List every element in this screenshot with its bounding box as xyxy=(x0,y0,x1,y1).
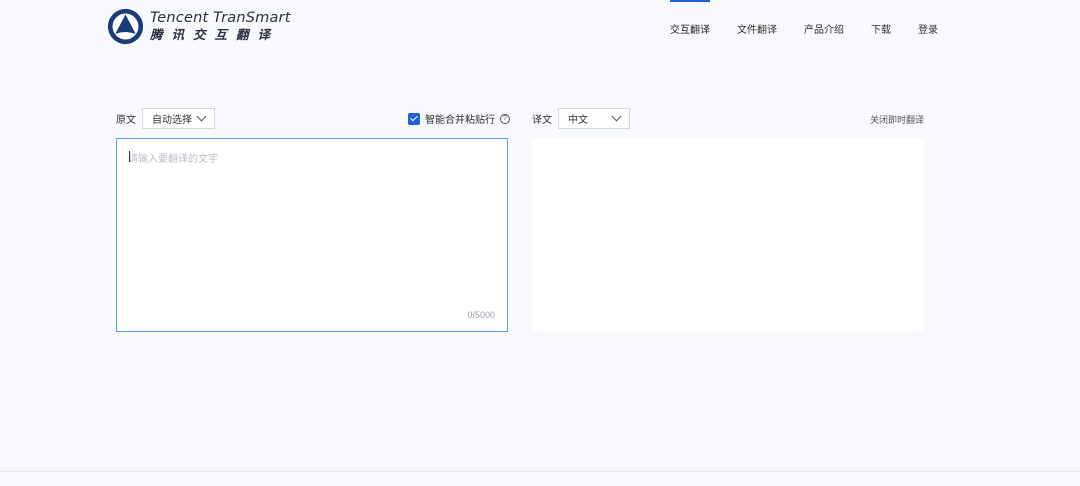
tencent-transmart-logo-icon xyxy=(107,8,144,44)
nav-item-file-translate[interactable]: 文件翻译 xyxy=(737,0,777,52)
nav-item-interactive-translate[interactable]: 交互翻译 xyxy=(670,0,710,52)
character-counter: 0/5000 xyxy=(467,310,495,320)
target-language-select[interactable]: 中文 xyxy=(558,108,630,129)
target-label: 译文 xyxy=(532,115,552,126)
chevron-down-icon xyxy=(611,111,622,122)
logo-title-en: Tencent TranSmart xyxy=(150,10,291,26)
translation-output-panel xyxy=(532,138,924,332)
merge-paste-label[interactable]: 智能合并粘贴行 xyxy=(425,111,495,126)
source-text-input[interactable] xyxy=(117,139,507,331)
chevron-down-icon xyxy=(196,111,207,122)
target-toolbar: 译文 中文 xyxy=(532,108,630,129)
source-label: 原文 xyxy=(116,115,136,126)
help-circle-icon[interactable]: ? xyxy=(500,113,510,124)
source-language-value: 自动选择 xyxy=(152,115,192,126)
source-panel: 0/5000 xyxy=(116,138,508,332)
merge-paste-option: 智能合并粘贴行 ? xyxy=(408,108,510,129)
nav-item-download[interactable]: 下载 xyxy=(871,0,891,52)
brand-logo[interactable]: Tencent TranSmart 腾讯交互翻译 xyxy=(107,8,291,44)
text-caret xyxy=(129,151,130,162)
logo-title-zh: 腾讯交互翻译 xyxy=(150,26,280,42)
nav-item-product-intro[interactable]: 产品介绍 xyxy=(804,0,844,52)
source-language-select[interactable]: 自动选择 xyxy=(142,108,215,129)
top-nav: 交互翻译 文件翻译 产品介绍 下载 登录 xyxy=(643,0,938,52)
nav-item-login[interactable]: 登录 xyxy=(918,0,938,52)
source-toolbar: 原文 自动选择 xyxy=(116,108,215,129)
footer-divider xyxy=(0,471,1080,472)
target-language-value: 中文 xyxy=(568,115,588,126)
instant-translate-toggle[interactable]: 关闭即时翻译 xyxy=(870,113,924,126)
merge-paste-checkbox[interactable] xyxy=(408,112,420,125)
